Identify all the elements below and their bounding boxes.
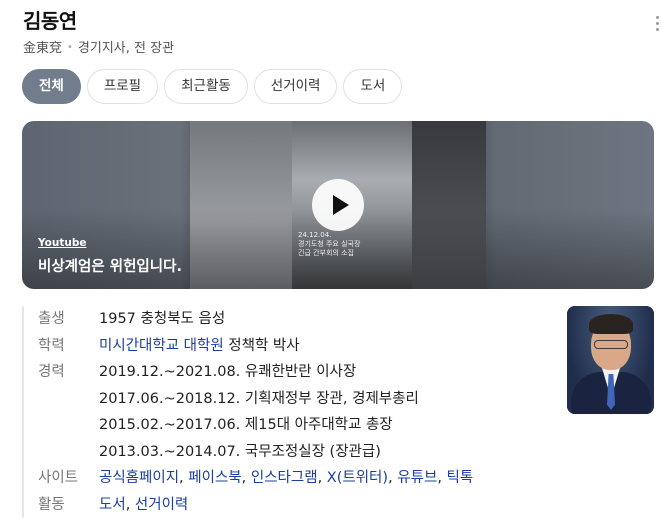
activity-link-elections[interactable]: 선거이력 [135, 497, 188, 513]
video-caption: 24.12.04. 경기도청 주요 실국장 긴급 간부회의 소집 [298, 231, 361, 257]
info-row-career: 경력 2019.12.~2021.08. 유쾌한반란 이사장 2017.06.~… [38, 359, 552, 465]
info-label: 사이트 [38, 470, 79, 486]
tab-election-history[interactable]: 선거이력 [253, 69, 338, 104]
tab-recent-activity[interactable]: 최근활동 [164, 69, 248, 104]
tab-books[interactable]: 도서 [343, 69, 403, 104]
info-row-activity: 활동 도서, 선거이력 [38, 492, 552, 519]
career-item: 2017.06.~2018.12. 기획재정부 장관, 경제부총리 [99, 390, 419, 407]
info-label: 학력 [38, 337, 65, 354]
activity-link-books[interactable]: 도서 [99, 497, 126, 513]
info-value: 공식홈페이지, 페이스북, 인스타그램, X(트위터), 유튜브, 틱톡 [99, 470, 474, 486]
profile-tabs: 전체 프로필 최근활동 선거이력 도서 [22, 69, 403, 104]
site-link-tiktok[interactable]: 틱톡 [447, 470, 474, 486]
separator-dot: • [67, 42, 73, 53]
person-role: 경기지사, 전 장관 [77, 41, 175, 56]
profile-photo[interactable] [567, 306, 654, 414]
info-value: 2019.12.~2021.08. 유쾌한반란 이사장 2017.06.~201… [99, 359, 419, 465]
info-row-sites: 사이트 공식홈페이지, 페이스북, 인스타그램, X(트위터), 유튜브, 틱톡 [38, 465, 552, 492]
site-link-homepage[interactable]: 공식홈페이지 [99, 470, 179, 486]
info-row-education: 학력 미시간대학교 대학원 정책학 박사 [38, 333, 552, 360]
video-source-link[interactable]: Youtube [38, 237, 86, 249]
info-value: 미시간대학교 대학원 정책학 박사 [99, 337, 300, 354]
person-hanja: 金東兗 [23, 41, 63, 56]
tab-profile[interactable]: 프로필 [86, 69, 159, 104]
education-link[interactable]: 미시간대학교 대학원 [99, 338, 224, 354]
site-link-youtube[interactable]: 유튜브 [397, 470, 437, 486]
info-value: 도서, 선거이력 [99, 496, 189, 513]
info-row-birth: 출생 1957 충청북도 음성 [38, 306, 552, 333]
tab-all[interactable]: 전체 [22, 69, 81, 104]
video-card[interactable]: 24.12.04. 경기도청 주요 실국장 긴급 간부회의 소집 Youtube… [22, 121, 654, 289]
info-label: 활동 [38, 496, 65, 513]
info-label: 경력 [38, 364, 65, 380]
site-link-x[interactable]: X(트위터) [327, 470, 388, 486]
profile-header: 김동연 金東兗 • 경기지사, 전 장관 [23, 8, 659, 58]
video-title[interactable]: 비상계엄은 위헌입니다. [38, 255, 182, 276]
info-value: 1957 충청북도 음성 [99, 311, 226, 327]
more-options-icon[interactable] [654, 16, 660, 34]
profile-info: 출생 1957 충청북도 음성 학력 미시간대학교 대학원 정책학 박사 경력 … [22, 306, 552, 518]
person-subtitle: 金東兗 • 경기지사, 전 장관 [23, 39, 643, 58]
site-link-facebook[interactable]: 페이스북 [188, 470, 241, 486]
person-name: 김동연 [23, 9, 77, 33]
career-item: 2015.02.~2017.06. 제15대 아주대학교 총장 [99, 417, 393, 433]
career-item: 2013.03.~2014.07. 국무조정실장 (장관급) [99, 443, 381, 460]
info-label: 출생 [38, 311, 65, 327]
career-item: 2019.12.~2021.08. 유쾌한반란 이사장 [99, 364, 357, 380]
play-icon[interactable] [312, 179, 364, 231]
site-link-instagram[interactable]: 인스타그램 [251, 470, 318, 486]
